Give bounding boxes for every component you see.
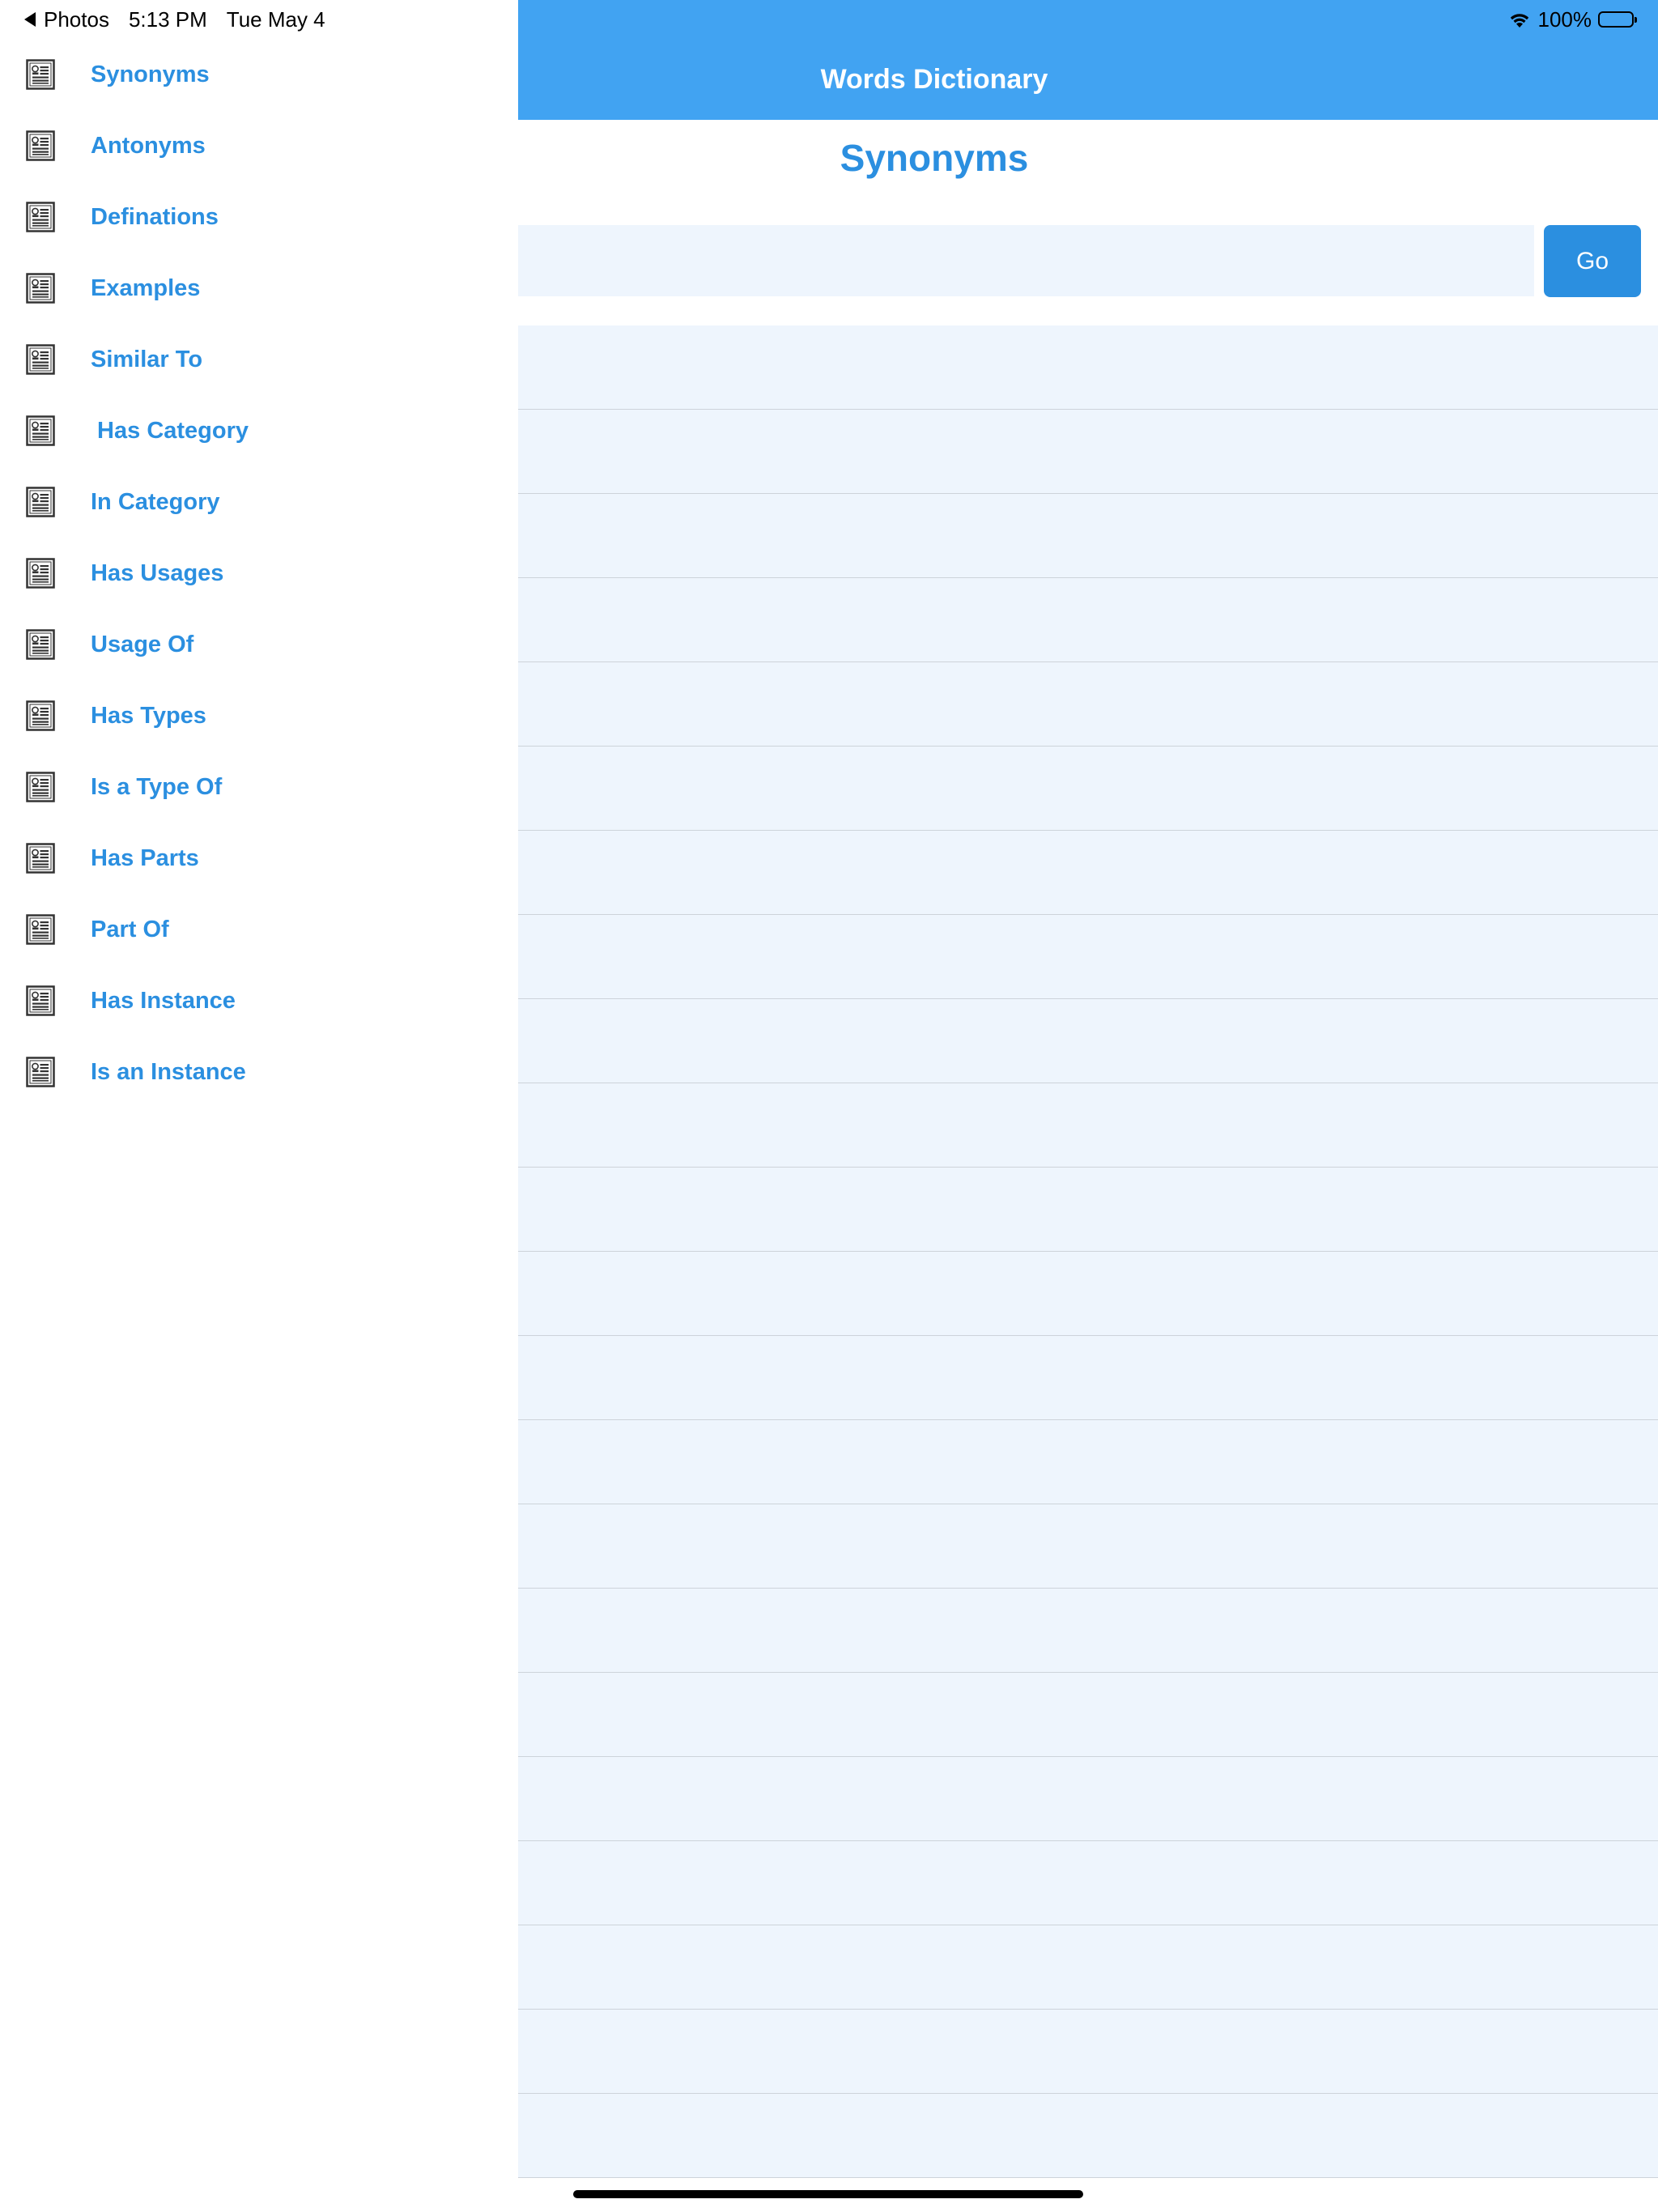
result-row[interactable] (518, 410, 1658, 494)
sidebar-item-label: Has Category (91, 417, 249, 444)
document-icon (26, 700, 55, 731)
search-input[interactable] (518, 225, 1534, 296)
sidebar-menu: Synonyms Antonyms Definations Examples Simil… (0, 39, 518, 1108)
sidebar-item-is-a-type-of[interactable]: Is a Type Of (0, 751, 518, 823)
status-bar-right: 100% (1507, 5, 1637, 34)
sidebar-item-label: Has Usages (91, 559, 224, 586)
sidebar: Synonyms Antonyms Definations Examples Simil… (0, 0, 518, 2212)
status-time: 5:13 PM (128, 6, 207, 32)
sidebar-item-has-instance[interactable]: Has Instance (0, 965, 518, 1036)
status-bar-left: Photos 5:13 PM Tue May 4 (24, 5, 325, 34)
document-icon (26, 629, 55, 660)
results-list (518, 325, 1658, 2178)
status-date: Tue May 4 (226, 6, 325, 32)
document-icon (26, 202, 55, 232)
result-row[interactable] (518, 1420, 1658, 1504)
result-row[interactable] (518, 1336, 1658, 1420)
sidebar-item-part-of[interactable]: Part Of (0, 894, 518, 965)
result-row[interactable] (518, 1925, 1658, 2010)
sidebar-item-label: In Category (91, 488, 220, 515)
page-title: Synonyms (840, 137, 1029, 179)
document-icon (26, 843, 55, 874)
sidebar-item-definations[interactable]: Definations (0, 181, 518, 253)
result-row[interactable] (518, 1504, 1658, 1589)
result-row[interactable] (518, 1252, 1658, 1336)
sidebar-item-label: Definations (91, 203, 219, 230)
result-row[interactable] (518, 325, 1658, 410)
result-row[interactable] (518, 662, 1658, 747)
sidebar-item-label: Examples (91, 274, 201, 301)
result-row[interactable] (518, 831, 1658, 915)
result-row[interactable] (518, 1673, 1658, 1757)
document-icon (26, 344, 55, 375)
result-row[interactable] (518, 1083, 1658, 1168)
result-row[interactable] (518, 2010, 1658, 2094)
sidebar-item-in-category[interactable]: In Category (0, 466, 518, 538)
app-title: Words Dictionary (820, 64, 1048, 95)
wifi-icon (1510, 14, 1528, 28)
document-icon (26, 772, 55, 802)
sidebar-item-usage-of[interactable]: Usage Of (0, 609, 518, 680)
result-row[interactable] (518, 1168, 1658, 1252)
result-row[interactable] (518, 999, 1658, 1083)
sidebar-item-label: Is an Instance (91, 1058, 246, 1085)
sidebar-item-label: Part Of (91, 916, 169, 942)
home-indicator[interactable] (573, 2190, 1083, 2198)
sidebar-item-synonyms[interactable]: Synonyms (0, 39, 518, 110)
sidebar-item-label: Is a Type Of (91, 773, 223, 800)
result-row[interactable] (518, 1841, 1658, 1925)
sidebar-item-label: Usage Of (91, 631, 194, 657)
sidebar-item-label: Has Parts (91, 844, 199, 871)
sidebar-item-antonyms[interactable]: Antonyms (0, 110, 518, 181)
sidebar-item-has-parts[interactable]: Has Parts (0, 823, 518, 894)
sidebar-item-label: Similar To (91, 346, 203, 372)
document-icon (26, 273, 55, 304)
navigation-bar: Words Dictionary (518, 0, 1658, 120)
sidebar-item-label: Antonyms (91, 132, 206, 159)
sidebar-item-examples[interactable]: Examples (0, 253, 518, 324)
result-row[interactable] (518, 494, 1658, 578)
document-icon (26, 487, 55, 517)
document-icon (26, 558, 55, 589)
battery-icon (1598, 11, 1637, 28)
go-button[interactable]: Go (1544, 225, 1641, 297)
sidebar-item-similar-to[interactable]: Similar To (0, 324, 518, 395)
result-row[interactable] (518, 747, 1658, 831)
sidebar-item-is-an-instance[interactable]: Is an Instance (0, 1036, 518, 1108)
document-icon (26, 985, 55, 1016)
sidebar-item-label: Synonyms (91, 61, 210, 87)
sidebar-item-has-types[interactable]: Has Types (0, 680, 518, 751)
back-arrow-icon[interactable] (24, 12, 36, 27)
battery-percent: 100% (1537, 6, 1592, 32)
sidebar-item-label: Has Instance (91, 987, 236, 1014)
back-app-link[interactable]: Photos (44, 7, 109, 32)
document-icon (26, 130, 55, 161)
result-row[interactable] (518, 1757, 1658, 1841)
document-icon (26, 914, 55, 945)
result-row[interactable] (518, 2094, 1658, 2178)
result-row[interactable] (518, 1589, 1658, 1673)
result-row[interactable] (518, 915, 1658, 999)
result-row[interactable] (518, 578, 1658, 662)
sidebar-item-has-category[interactable]: Has Category (0, 395, 518, 466)
sidebar-item-label: Has Types (91, 702, 206, 729)
document-icon (26, 1057, 55, 1087)
sidebar-item-has-usages[interactable]: Has Usages (0, 538, 518, 609)
main-content: Words Dictionary Synonyms Go (518, 0, 1658, 2212)
document-icon (26, 415, 55, 446)
document-icon (26, 59, 55, 90)
